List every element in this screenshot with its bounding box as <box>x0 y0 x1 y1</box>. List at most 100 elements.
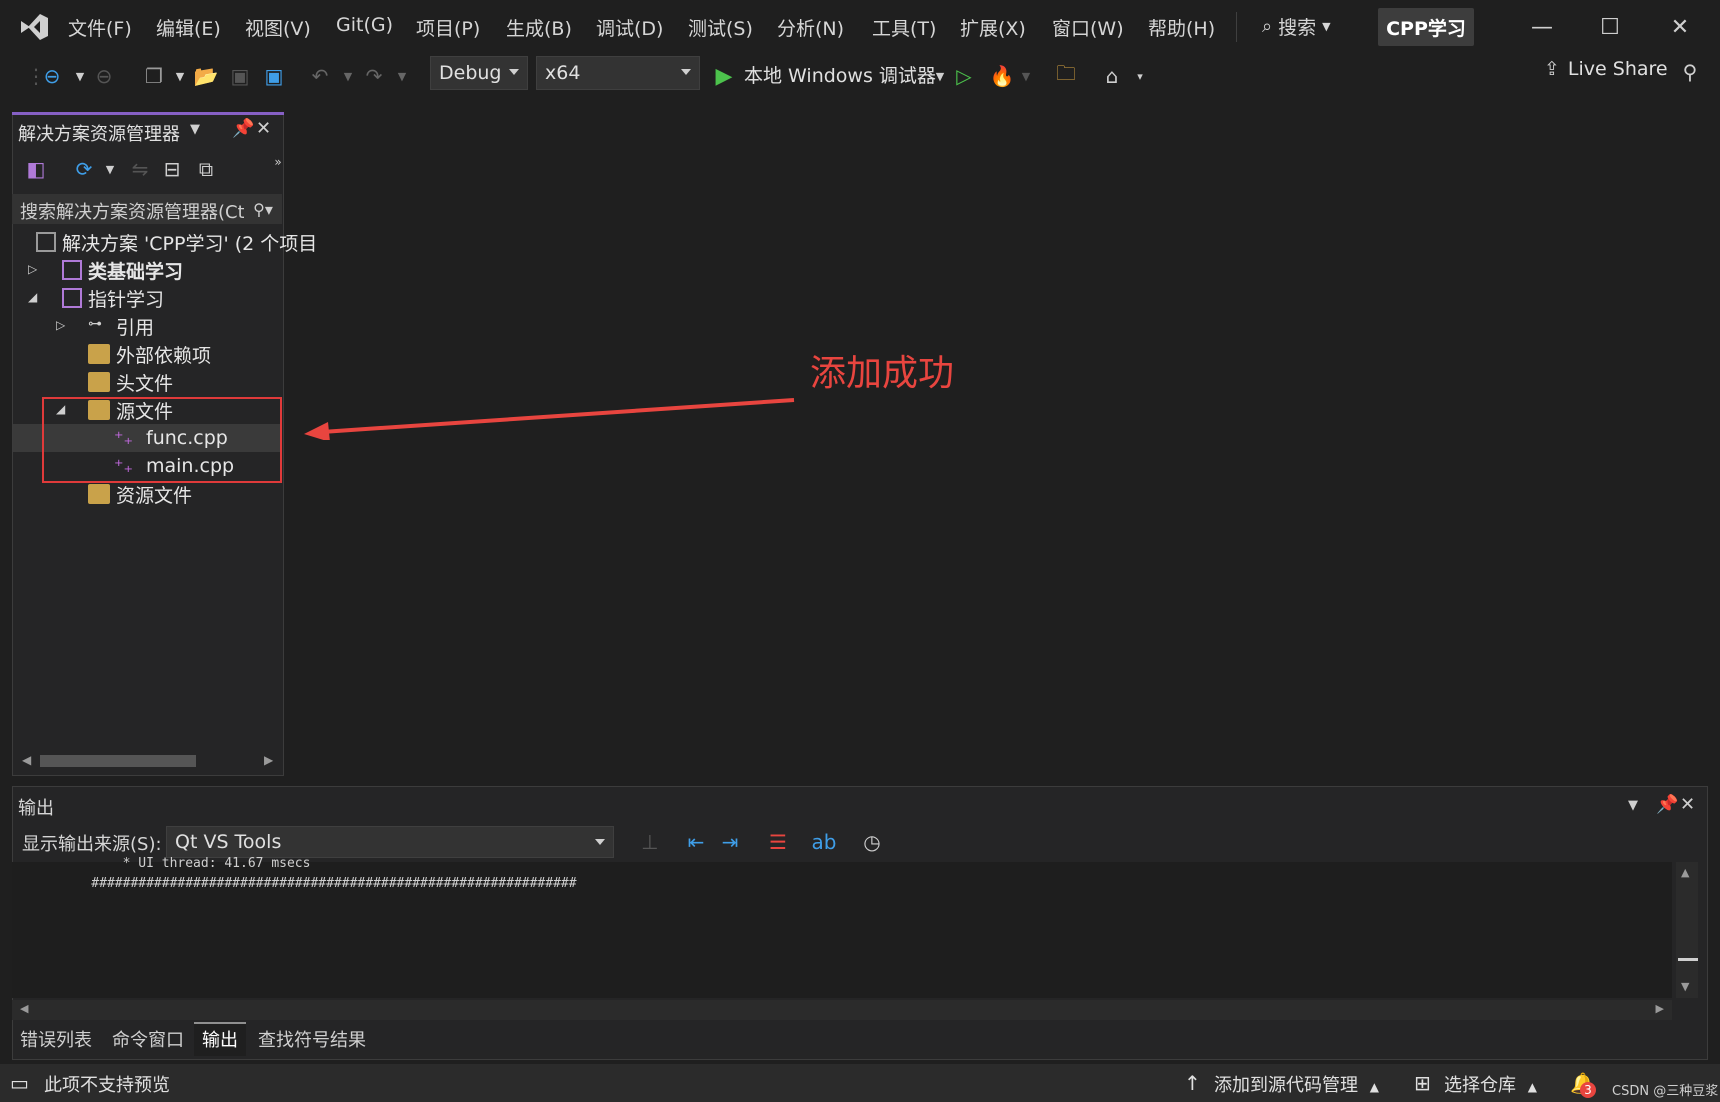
output-line: ########################################… <box>60 876 577 891</box>
feedback-icon[interactable]: ⚲ <box>1676 58 1704 86</box>
collapse-arrow-icon[interactable]: ◢ <box>28 290 37 304</box>
output-text-area[interactable]: * UI thread: 41.67 msecs ###############… <box>12 856 1672 998</box>
menu-debug[interactable]: 调试(D) <box>596 14 663 41</box>
resource-files-label: 资源文件 <box>116 484 193 507</box>
sync-icon[interactable]: ⇋ <box>126 155 154 183</box>
redo-icon[interactable]: ↷ <box>360 62 388 90</box>
open-folder-icon[interactable]: 📂 <box>192 62 220 90</box>
minimize-button[interactable]: — <box>1522 10 1562 44</box>
show-all-files-icon[interactable]: ⧉ <box>192 155 220 183</box>
menu-test[interactable]: 测试(S) <box>688 14 753 41</box>
scroll-left-icon[interactable]: ◀ <box>20 1002 28 1015</box>
menu-edit[interactable]: 编辑(E) <box>156 14 221 41</box>
expand-arrow-icon[interactable]: ▷ <box>28 262 37 276</box>
undo-dropdown-icon[interactable]: ▼ <box>334 62 362 90</box>
new-dropdown-icon[interactable]: ▼ <box>166 62 194 90</box>
horizontal-scrollbar-thumb[interactable] <box>40 755 196 767</box>
toolbar-overflow-icon[interactable]: » <box>264 148 292 176</box>
tree-project-node[interactable]: 类基础学习 <box>62 256 183 284</box>
configuration-dropdown[interactable]: Debug <box>430 56 528 90</box>
arrow-up-icon: ↑ <box>1184 1071 1201 1095</box>
tree-references-node[interactable]: ⊶ 引用 <box>88 312 154 340</box>
start-without-debugging-icon[interactable]: ▷ <box>950 62 978 90</box>
references-label: 引用 <box>116 316 155 339</box>
previous-message-icon[interactable]: ⇤ <box>682 828 710 856</box>
header-files-label: 头文件 <box>116 372 174 395</box>
menu-project[interactable]: 项目(P) <box>416 14 480 41</box>
scroll-down-icon[interactable]: ▼ <box>1681 980 1689 993</box>
menu-build[interactable]: 生成(B) <box>506 14 572 41</box>
annotation-highlight-box <box>42 397 282 483</box>
scroll-right-icon[interactable]: ▶ <box>1656 1002 1664 1015</box>
pending-changes-icon[interactable]: ⟳ <box>70 155 98 183</box>
menu-tools[interactable]: 工具(T) <box>872 14 936 41</box>
save-icon[interactable]: ▣ <box>226 62 254 90</box>
tree-solution-node[interactable]: 解决方案 'CPP学习' (2 个项目 <box>36 228 317 256</box>
tree-resource-files-node[interactable]: 资源文件 <box>88 480 192 508</box>
pin-icon[interactable]: 📌 <box>1656 794 1678 815</box>
pin-icon[interactable]: 📌 <box>232 118 254 139</box>
new-project-icon[interactable]: ❐ <box>140 62 168 90</box>
solution-search-input[interactable]: 搜索解决方案资源管理器(Ctrl+;) <box>12 194 282 224</box>
save-all-icon[interactable]: ▣ <box>260 62 288 90</box>
redo-dropdown-icon[interactable]: ▼ <box>388 62 416 90</box>
menu-file[interactable]: 文件(F) <box>68 14 132 41</box>
chevron-down-icon <box>595 839 605 845</box>
close-panel-icon[interactable]: ✕ <box>256 118 271 139</box>
clear-all-icon[interactable]: ☰ <box>764 828 792 856</box>
find-in-files-icon[interactable]: 🗀 <box>1052 61 1080 90</box>
search-icon: ⌕ <box>1262 16 1273 37</box>
start-debugging-button[interactable]: 本地 Windows 调试器 <box>744 61 936 88</box>
next-message-icon[interactable]: ⇥ <box>716 828 744 856</box>
pending-dropdown-icon[interactable]: ▼ <box>96 155 124 183</box>
vertical-scrollbar[interactable]: ▲ ▼ <box>1676 862 1698 998</box>
add-to-source-control-label: 添加到源代码管理 <box>1214 1075 1358 1096</box>
clock-icon[interactable]: ◷ <box>858 828 886 856</box>
undo-icon[interactable]: ↶ <box>306 62 334 90</box>
tab-find-symbol-results[interactable]: 查找符号结果 <box>258 1026 366 1052</box>
notification-count-badge: 3 <box>1580 1082 1596 1098</box>
tree-external-deps-node[interactable]: 外部依赖项 <box>88 340 211 368</box>
collapse-all-icon[interactable]: ⊟ <box>158 155 186 183</box>
menu-window[interactable]: 窗口(W) <box>1052 14 1124 41</box>
maximize-button[interactable]: ☐ <box>1590 10 1630 44</box>
layout-icon[interactable]: ⌂ <box>1098 62 1126 90</box>
tab-command-window[interactable]: 命令窗口 <box>112 1026 184 1052</box>
add-to-source-control-button[interactable]: 添加到源代码管理 ▲ <box>1214 1071 1379 1097</box>
tree-project-node[interactable]: 指针学习 <box>62 284 164 312</box>
hot-reload-dropdown-icon[interactable]: ▼ <box>1012 62 1040 90</box>
search-menu-button[interactable]: ⌕ 搜索 ▼ <box>1262 13 1331 40</box>
start-debugging-icon[interactable]: ▶ <box>710 62 738 90</box>
panel-options-icon[interactable]: ▼ <box>190 122 200 137</box>
tree-header-files-node[interactable]: 头文件 <box>88 368 173 396</box>
switch-views-icon[interactable]: ◧ <box>22 155 50 183</box>
menu-help[interactable]: 帮助(H) <box>1148 14 1215 41</box>
toolbar-overflow-icon[interactable]: ▾ <box>1126 62 1154 90</box>
horizontal-scrollbar[interactable]: ◀ ▶ <box>12 1000 1672 1020</box>
output-source-dropdown[interactable]: Qt VS Tools <box>166 826 614 858</box>
select-repository-button[interactable]: 选择仓库 ▲ <box>1444 1071 1537 1097</box>
menu-git[interactable]: Git(G) <box>336 14 393 36</box>
tab-error-list[interactable]: 错误列表 <box>20 1026 92 1052</box>
scrollbar-thumb[interactable] <box>1678 958 1698 961</box>
back-icon[interactable]: ⊖ <box>38 62 66 90</box>
forward-icon[interactable]: ⊖ <box>90 62 118 90</box>
platform-dropdown[interactable]: x64 <box>536 56 700 90</box>
scroll-left-icon[interactable]: ◀ <box>22 753 31 767</box>
close-panel-icon[interactable]: ✕ <box>1680 794 1695 815</box>
expand-arrow-icon[interactable]: ▷ <box>56 318 65 332</box>
filter-folder-icon <box>88 484 110 504</box>
search-icon[interactable]: ⚲▾ <box>244 194 282 224</box>
find-message-icon[interactable]: ⊥ <box>636 828 664 856</box>
share-icon: ⇪ <box>1544 58 1560 80</box>
menu-analyze[interactable]: 分析(N) <box>777 14 844 41</box>
menu-view[interactable]: 视图(V) <box>245 14 311 41</box>
live-share-button[interactable]: ⇪ Live Share <box>1544 58 1668 80</box>
menu-extensions[interactable]: 扩展(X) <box>960 14 1026 41</box>
panel-options-icon[interactable]: ▼ <box>1628 798 1638 813</box>
toggle-word-wrap-icon[interactable]: ab <box>810 828 838 856</box>
scroll-up-icon[interactable]: ▲ <box>1681 866 1689 879</box>
scroll-right-icon[interactable]: ▶ <box>264 753 273 767</box>
close-window-button[interactable]: ✕ <box>1660 10 1700 44</box>
tab-output[interactable]: 输出 <box>202 1026 238 1052</box>
